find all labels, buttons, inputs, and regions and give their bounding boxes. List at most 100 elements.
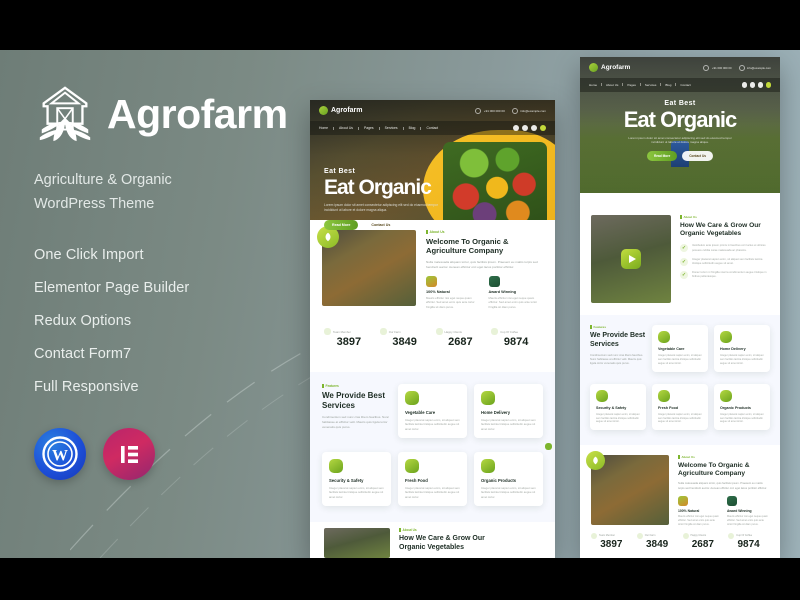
service-card-security-safety[interactable]: Security & Safety Integer placerat sapie… [322,451,391,506]
about-feature-natural-title: 100% Natural [426,289,450,294]
service-card-security-safety-title: Security & Safety [596,405,627,410]
service-card-home-delivery[interactable]: Home Delivery Integer placerat sapien en… [714,325,770,372]
nav-item-pages[interactable]: Pages [627,83,636,87]
service-card-home-delivery[interactable]: Home Delivery Integer placerat sapien en… [474,384,543,438]
nav-item-blog[interactable]: Blog [665,83,671,87]
team-icon [324,328,331,335]
nav-item-about-us[interactable]: About Us [339,126,353,130]
facebook-icon[interactable] [513,125,519,131]
service-card-vegetable-care-title: Vegetable Care [658,347,685,351]
linkedin-icon[interactable] [765,82,771,88]
service-card-organic-products[interactable]: Organic Products Integer placerat sapien… [474,451,543,506]
nav-item-contact[interactable]: Contact [680,83,690,87]
about-feature-award-text: Mauris efficitur nisi eget neque quam ef… [488,295,538,309]
nav-divider [622,83,624,87]
main-navigation[interactable]: Home About Us Pages Services Blog Contac… [310,121,555,135]
service-card-fresh-food-title: Fresh Food [405,477,428,483]
about-section-center: About Us Welcome To Organic & Agricultur… [310,220,555,320]
care-section-right: About Us How We Care & Grow Our Organic … [580,205,780,315]
hero-contact-us-button[interactable]: Contact Us [682,150,714,161]
nav-items[interactable]: Home About Us Pages Services Blog Contac… [319,126,438,130]
twitter-icon[interactable] [749,82,755,88]
header-email[interactable]: info@example.com [738,64,771,71]
phone-icon [475,107,482,114]
header-email-text: info@example.com [747,65,771,70]
facebook-icon[interactable] [741,82,747,88]
nav-divider [333,126,335,130]
header-contact-info: +91 000 000 00 info@example.com [703,64,771,71]
nav-divider [420,126,422,130]
service-card-vegetable-care-title: Vegetable Care [405,410,436,415]
about-feature-award-title: Award Winning [488,289,517,294]
twitter-icon[interactable] [522,125,528,131]
header-email[interactable]: info@example.com [511,107,546,114]
linkedin-icon[interactable] [540,125,546,131]
about-feature-award-title: Award Winning [727,509,752,514]
stat-our-farm-value: 3849 [646,538,669,550]
header-phone[interactable]: +91 000 000 00 [475,107,505,114]
service-card-fresh-food[interactable]: Fresh Food Integer placerat sapien enim,… [652,383,708,431]
care-title-line-1: How We Care & Grow Our [399,535,485,542]
stat-team-member-label: Team Member [599,534,615,538]
nav-item-services[interactable]: Services [645,83,657,87]
hero-vegetable-tray-image [443,142,547,230]
nav-item-home[interactable]: Home [589,83,597,87]
service-card-vegetable-care-text: Integer placerat sapien enim, sit alique… [405,418,460,431]
hero-read-more-button[interactable]: Read More [324,219,359,230]
play-video-icon[interactable] [621,249,641,269]
service-card-security-safety-text: Integer placerat sapien enim, sit alique… [329,485,384,499]
promo-panel: Agrofarm Agriculture & Organic WordPress… [34,83,304,480]
social-icons[interactable] [741,82,771,88]
hero-title: Eat Organic [623,106,737,132]
stat-cup-of-coffee: Cup Of Coffee 9874 [491,328,541,348]
hero-subtitle: Eat Best [324,168,356,175]
services-paragraph: Condimentum sed nunc cras libero faucibu… [590,353,644,366]
desktop-mockup-center[interactable]: Agrofarm +91 000 000 00 info@example.com… [310,100,555,558]
main-navigation[interactable]: Home About Us Pages Services Blog Contac… [580,78,780,92]
site-logo-icon [319,106,328,115]
stat-cup-of-coffee-label: Cup Of Coffee [736,534,753,538]
care-check-list: ✓ Vestibulum ante ipsum primis in faucib… [680,244,769,280]
service-card-organic-products[interactable]: Organic Products Integer placerat sapien… [714,383,770,431]
scroll-to-top-icon[interactable] [545,443,552,450]
stat-team-member: Team Member 3897 [591,532,632,550]
service-card-organic-products-title: Organic Products [481,477,517,483]
about-feature-award: Award Winning Mauris efficitur nisi eget… [727,496,769,527]
service-card-fresh-food-text: Integer placerat sapien enim, sit alique… [405,485,460,499]
about-feature-natural: 100% Natural Mauris efficitur nisi eget … [678,496,720,527]
service-card-fresh-food[interactable]: Fresh Food Integer placerat sapien enim,… [398,451,467,506]
service-card-security-safety[interactable]: Security & Safety Integer placerat sapie… [590,383,646,431]
social-icons[interactable] [513,125,546,131]
hero-buttons[interactable]: Read More Contact Us [580,150,780,161]
instagram-icon[interactable] [531,125,537,131]
brand-name: Agrofarm [107,90,288,137]
nav-item-services[interactable]: Services [385,126,398,130]
tech-logos: W [34,427,304,480]
site-header-right: Agrofarm +91 000 000 00 info@example.com… [580,57,780,193]
care-check-text: Donec tortor mi fringilla viverra condim… [692,271,767,279]
header-email-text: info@example.com [520,108,546,113]
hero-buttons[interactable]: Read More Contact Us [324,219,442,230]
hero-contact-us-button[interactable]: Contact Us [363,219,399,230]
site-logo[interactable]: Agrofarm [589,63,630,72]
nav-items[interactable]: Home About Us Pages Services Blog Contac… [589,83,691,87]
stat-cup-of-coffee: Cup Of Coffee 9874 [728,532,769,550]
nav-item-home[interactable]: Home [319,126,328,130]
desktop-mockup-right[interactable]: Agrofarm +91 000 000 00 info@example.com… [580,57,780,558]
instagram-icon[interactable] [757,82,763,88]
about-feature-natural-title: 100% Natural [678,509,700,514]
delivery-truck-icon [720,331,732,343]
services-tag: Features [590,325,646,329]
hero-read-more-button[interactable]: Read More [646,150,678,161]
nav-item-about-us[interactable]: About Us [606,83,618,87]
nav-item-contact[interactable]: Contact [426,126,438,130]
stat-cup-of-coffee-label: Cup Of Coffee [500,329,519,334]
about-tag: About Us [678,455,769,459]
nav-item-pages[interactable]: Pages [364,126,374,130]
header-phone[interactable]: +91 000 000 00 [703,64,732,71]
site-logo[interactable]: Agrofarm [319,106,363,115]
service-card-vegetable-care[interactable]: Vegetable Care Integer placerat sapien e… [652,325,708,372]
service-card-vegetable-care[interactable]: Vegetable Care Integer placerat sapien e… [398,384,467,438]
nav-item-blog[interactable]: Blog [409,126,416,130]
hero-paragraph: Lorem ipsum dolor sit amet consectetur a… [324,203,438,212]
